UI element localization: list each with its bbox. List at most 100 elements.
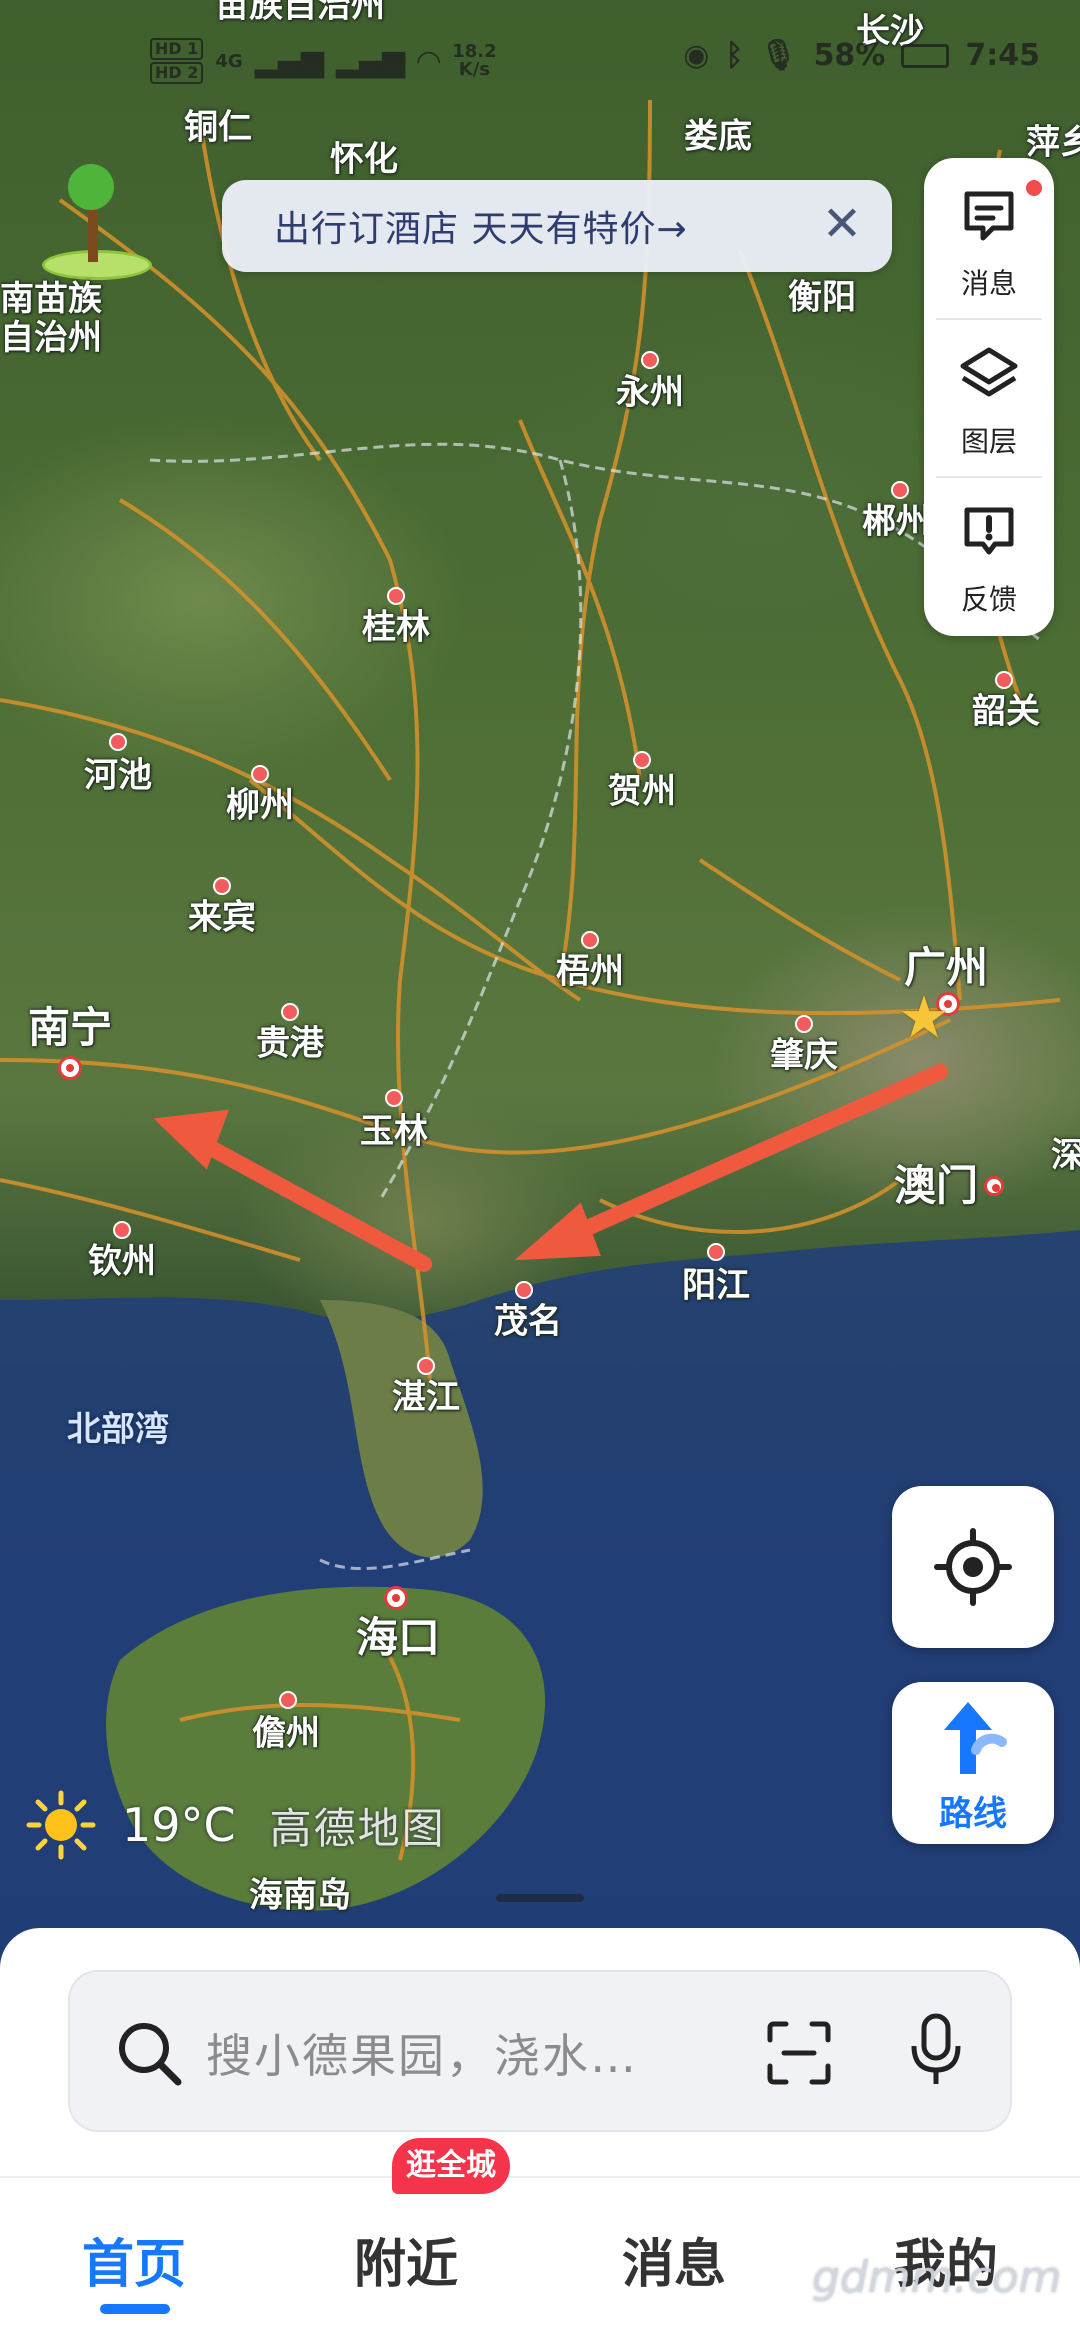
search-icon bbox=[119, 2023, 182, 2086]
active-tab-indicator bbox=[100, 2304, 170, 2314]
map-label: 怀化 bbox=[330, 139, 398, 180]
city-marker bbox=[795, 1015, 813, 1033]
map-tools-panel: 消息 图层 反馈 bbox=[924, 158, 1054, 636]
wifi-icon: ◠ bbox=[417, 43, 441, 79]
route-label: 路线 bbox=[939, 1794, 1007, 1834]
city-marker bbox=[995, 671, 1013, 689]
microphone-icon[interactable] bbox=[906, 2012, 966, 2092]
capital-marker bbox=[58, 1056, 82, 1080]
net-speed: 18.2 K/s bbox=[452, 41, 497, 80]
tree-marker-icon[interactable] bbox=[38, 160, 152, 280]
map-label: 柳州 bbox=[226, 785, 294, 826]
scan-icon[interactable] bbox=[764, 2018, 834, 2088]
crosshair-icon bbox=[934, 1528, 1012, 1606]
layers-button[interactable]: 图层 bbox=[924, 316, 1054, 466]
map-label: 钦州 bbox=[88, 1241, 156, 1282]
city-marker bbox=[891, 481, 909, 499]
message-icon bbox=[964, 191, 1014, 241]
map-label: 澳门 bbox=[893, 1160, 979, 1210]
feedback-button[interactable]: 反馈 bbox=[924, 474, 1054, 624]
battery-icon bbox=[901, 43, 950, 68]
search-bar[interactable]: 搜小德果园，浇水… bbox=[68, 1970, 1012, 2132]
temperature: 19°C bbox=[122, 1798, 236, 1852]
city-marker bbox=[707, 1243, 725, 1261]
map-label: 玉林 bbox=[360, 1111, 428, 1152]
city-marker bbox=[387, 587, 405, 605]
city-marker bbox=[633, 751, 651, 769]
city-marker bbox=[417, 1357, 435, 1375]
layers-icon bbox=[960, 347, 1018, 397]
map-label: 桂林 bbox=[362, 607, 430, 648]
map-label: 海南岛 bbox=[249, 1875, 351, 1916]
city-marker bbox=[581, 931, 599, 949]
network-type: 4G bbox=[215, 50, 243, 72]
capital-marker bbox=[384, 1586, 408, 1610]
map-label: 贺州 bbox=[608, 771, 676, 812]
map-label: 贵港 bbox=[256, 1023, 324, 1064]
weather-widget[interactable]: 19°C 高德地图 bbox=[26, 1790, 446, 1860]
feedback-icon bbox=[964, 507, 1014, 555]
mic-icon: 🎙 bbox=[759, 38, 798, 73]
notification-dot bbox=[1024, 178, 1044, 198]
status-bar: HD 1 HD 2 4G ▂▄▆ ▂▄▆ ◠ 18.2 K/s ◉ ᛒ 🎙 58%… bbox=[0, 20, 1080, 100]
close-icon[interactable]: ✕ bbox=[814, 198, 870, 254]
eye-icon: ◉ bbox=[683, 38, 710, 73]
map-label: 娄底 bbox=[684, 116, 752, 157]
sheet-handle[interactable] bbox=[496, 1894, 584, 1902]
route-button[interactable]: 路线 bbox=[892, 1682, 1054, 1844]
map-label: 南宁 bbox=[27, 1002, 113, 1052]
signal-icon: ▂▄▆ bbox=[335, 43, 406, 79]
map-label: 永州 bbox=[616, 372, 684, 413]
promo-banner[interactable]: 出行订酒店 天天有特价→ ✕ bbox=[222, 180, 892, 272]
battery-percent: 58% bbox=[813, 38, 886, 73]
map-label: 北部湾 bbox=[67, 1409, 169, 1450]
city-marker bbox=[251, 765, 269, 783]
map-label: 韶关 bbox=[972, 691, 1040, 732]
city-marker bbox=[641, 351, 659, 369]
map-label: 来宾 bbox=[188, 897, 256, 938]
map-label: 河池 bbox=[84, 755, 152, 796]
city-marker bbox=[281, 1003, 299, 1021]
messages-button[interactable]: 消息 bbox=[924, 158, 1054, 308]
capital-marker bbox=[984, 1176, 1004, 1196]
map-label: 南苗族 自治州 bbox=[0, 279, 102, 359]
search-input[interactable]: 搜小德果园，浇水… bbox=[206, 2020, 638, 2086]
map-label: 萍乡 bbox=[1026, 122, 1080, 163]
tab-messages[interactable]: 消息 bbox=[574, 2222, 774, 2297]
locate-button[interactable] bbox=[892, 1486, 1054, 1648]
map-label: 儋州 bbox=[252, 1713, 320, 1754]
sun-icon bbox=[26, 1790, 96, 1860]
city-marker bbox=[109, 733, 127, 751]
city-marker bbox=[515, 1281, 533, 1299]
tool-label: 消息 bbox=[960, 267, 1017, 300]
tool-label: 反馈 bbox=[960, 583, 1017, 616]
map-label: 湛江 bbox=[392, 1377, 460, 1418]
favorite-star-icon[interactable]: ★ bbox=[898, 988, 950, 1046]
tab-nearby[interactable]: 附近 bbox=[306, 2222, 506, 2297]
promo-text: 出行订酒店 天天有特价→ bbox=[274, 209, 688, 250]
sim-indicator: HD 1 bbox=[150, 38, 204, 60]
route-arrow-icon bbox=[944, 1702, 1007, 1774]
map-label: 铜仁 bbox=[184, 107, 252, 148]
app-logo: 高德地图 bbox=[269, 1803, 446, 1853]
tool-label: 图层 bbox=[960, 425, 1017, 458]
bluetooth-icon: ᛒ bbox=[725, 38, 744, 73]
city-marker bbox=[113, 1221, 131, 1239]
map-label: 郴州 bbox=[862, 501, 930, 542]
map-label: 阳江 bbox=[682, 1265, 750, 1306]
city-marker bbox=[213, 877, 231, 895]
city-marker bbox=[279, 1691, 297, 1709]
map-label: 海口 bbox=[355, 1612, 441, 1662]
clock: 7:45 bbox=[965, 38, 1040, 73]
map-label: 茂名 bbox=[494, 1301, 562, 1342]
map-label: 肇庆 bbox=[770, 1035, 838, 1076]
sim-indicator: HD 2 bbox=[150, 62, 204, 84]
tab-home[interactable]: 首页 bbox=[34, 2222, 234, 2297]
signal-icon: ▂▄▆ bbox=[254, 43, 324, 79]
map-label: 衡阳 bbox=[788, 277, 856, 318]
watermark: gdmm.com bbox=[812, 2252, 1062, 2303]
map-label: 梧州 bbox=[556, 951, 624, 992]
nearby-badge: 逛全城 bbox=[392, 2138, 510, 2194]
city-marker bbox=[385, 1089, 403, 1107]
map-label: 深 bbox=[1051, 1135, 1080, 1176]
